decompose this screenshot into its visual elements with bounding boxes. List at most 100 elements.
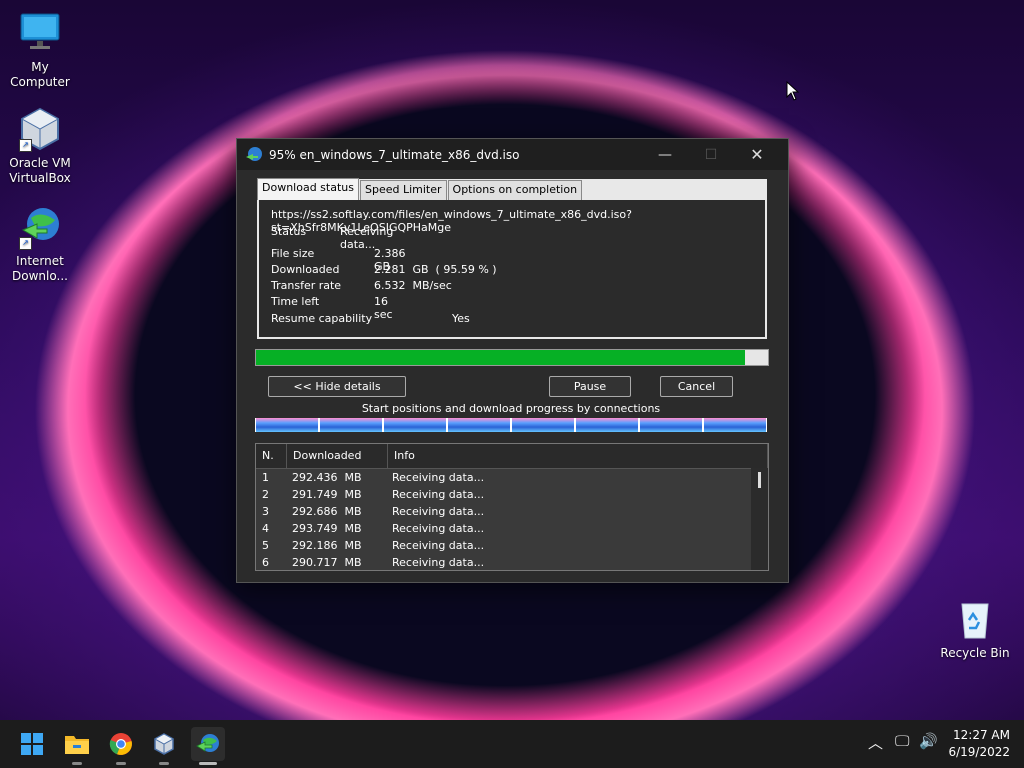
taskbar-virtualbox[interactable] <box>147 727 181 765</box>
connections-label: Start positions and download progress by… <box>361 402 661 415</box>
downloaded-value: 2.281 GB ( 95.59 % ) <box>374 263 497 276</box>
cancel-button[interactable]: Cancel <box>660 376 733 397</box>
shortcut-arrow-icon: ↗ <box>19 237 32 250</box>
taskbar-file-explorer[interactable] <box>60 727 94 765</box>
window-title: 95% en_windows_7_ultimate_x86_dvd.iso <box>269 147 520 162</box>
maximize-button[interactable]: ☐ <box>688 139 734 170</box>
desktop-icon-label: My Computer <box>10 60 70 89</box>
shortcut-arrow-icon: ↗ <box>19 139 32 152</box>
network-icon[interactable]: 🖵 <box>895 732 909 750</box>
file-size-row: File size 2.386 GB <box>271 247 406 273</box>
downloaded-row: Downloaded 2.281 GB ( 95.59 % ) <box>271 263 497 276</box>
idm-app-icon <box>246 146 262 161</box>
transfer-rate-label: Transfer rate <box>271 279 342 292</box>
taskbar: ︿ 🖵 🔊 12:27 AM 6/19/2022 <box>0 720 1024 768</box>
connection-segment <box>704 418 766 432</box>
table-row[interactable]: 4 293.749 MB Receiving data... <box>256 520 768 537</box>
recycle-bin-icon <box>952 596 998 642</box>
tab-speed-limiter[interactable]: Speed Limiter <box>359 180 447 200</box>
cell-info: Receiving data... <box>392 471 485 484</box>
volume-icon[interactable]: 🔊 <box>919 732 938 750</box>
connection-segment <box>448 418 510 432</box>
cell-n: 5 <box>262 539 269 552</box>
time-left-row: Time left 16 sec <box>271 295 393 321</box>
cell-downloaded: 292.186 MB <box>292 539 362 552</box>
running-indicator <box>199 762 217 765</box>
cell-n: 1 <box>262 471 269 484</box>
cell-info: Receiving data... <box>392 505 485 518</box>
column-header-downloaded[interactable]: Downloaded <box>287 444 388 468</box>
system-clock[interactable]: 12:27 AM 6/19/2022 <box>948 727 1010 761</box>
tab-strip: Download status Speed Limiter Options on… <box>257 178 767 200</box>
cell-n: 6 <box>262 556 269 569</box>
virtualbox-icon <box>153 733 175 755</box>
table-scrollbar[interactable] <box>751 468 768 570</box>
table-row[interactable]: 3 292.686 MB Receiving data... <box>256 503 768 520</box>
download-progress-window: 95% en_windows_7_ultimate_x86_dvd.iso — … <box>236 138 789 583</box>
desktop-icon-label: Internet Downlo... <box>12 254 68 283</box>
taskbar-internet-download-manager[interactable] <box>191 727 225 765</box>
close-button[interactable]: ✕ <box>734 139 780 170</box>
mouse-cursor-icon <box>786 81 800 101</box>
chrome-icon <box>109 733 132 755</box>
resume-label: Resume capability <box>271 312 373 325</box>
status-label: Status <box>271 225 307 238</box>
table-row[interactable]: 5 292.186 MB Receiving data... <box>256 537 768 554</box>
start-icon <box>21 733 43 755</box>
connection-segment <box>576 418 638 432</box>
cell-downloaded: 292.436 MB <box>292 471 362 484</box>
connection-segment <box>256 418 318 432</box>
running-indicator <box>72 762 82 765</box>
cell-n: 2 <box>262 488 269 501</box>
desktop-icon-label: Recycle Bin <box>940 646 1010 660</box>
file-explorer-icon <box>65 736 89 754</box>
connections-table: N. Downloaded Info 1 292.436 MB Receiving … <box>255 443 769 571</box>
progress-fill <box>256 350 746 365</box>
taskbar-chrome[interactable] <box>104 727 138 765</box>
cell-n: 3 <box>262 505 269 518</box>
tab-options-on-completion[interactable]: Options on completion <box>447 180 583 200</box>
time-left-value: 16 sec <box>374 295 393 321</box>
show-hidden-icons-button[interactable]: ︿ <box>868 732 883 753</box>
column-header-n[interactable]: N. <box>256 444 287 468</box>
pause-button[interactable]: Pause <box>549 376 631 397</box>
connection-segment <box>384 418 446 432</box>
cell-n: 4 <box>262 522 269 535</box>
clock-date: 6/19/2022 <box>948 745 1010 759</box>
tab-download-status[interactable]: Download status <box>257 178 359 200</box>
table-row[interactable]: 2 291.749 MB Receiving data... <box>256 486 768 503</box>
time-left-label: Time left <box>271 295 320 308</box>
title-bar[interactable]: 95% en_windows_7_ultimate_x86_dvd.iso — … <box>237 139 788 170</box>
resume-value: Yes <box>452 312 470 325</box>
cell-downloaded: 293.749 MB <box>292 522 362 535</box>
desktop-icon-internet-download-manager[interactable]: ↗ Internet Downlo... <box>0 204 80 284</box>
cell-downloaded: 292.686 MB <box>292 505 362 518</box>
column-header-info[interactable]: Info <box>388 444 768 468</box>
status-row: Status Receiving data... <box>271 225 393 251</box>
resume-row: Resume capability Yes <box>271 312 470 325</box>
desktop-icon-virtualbox[interactable]: ↗ Oracle VM VirtualBox <box>0 106 80 186</box>
start-button[interactable] <box>15 727 49 761</box>
download-progress-bar <box>255 349 769 366</box>
hide-details-button[interactable]: << Hide details <box>268 376 406 397</box>
connection-segment <box>512 418 574 432</box>
downloaded-label: Downloaded <box>271 263 340 276</box>
virtualbox-icon: ↗ <box>17 106 63 152</box>
running-indicator <box>116 762 126 765</box>
desktop-icon-recycle-bin[interactable]: Recycle Bin <box>935 596 1015 661</box>
monitor-icon <box>17 10 63 56</box>
connections-progress-bar <box>255 418 767 432</box>
table-row[interactable]: 1 292.436 MB Receiving data... <box>256 469 768 486</box>
transfer-rate-row: Transfer rate 6.532 MB/sec <box>271 279 452 292</box>
cell-info: Receiving data... <box>392 522 485 535</box>
desktop-icon-my-computer[interactable]: My Computer <box>0 10 80 90</box>
minimize-button[interactable]: — <box>642 139 688 170</box>
clock-time: 12:27 AM <box>953 728 1010 742</box>
table-row[interactable]: 6 290.717 MB Receiving data... <box>256 554 768 570</box>
connection-segment <box>320 418 382 432</box>
scrollbar-thumb[interactable] <box>758 472 761 488</box>
internet-download-manager-icon <box>196 734 219 752</box>
table-header: N. Downloaded Info <box>256 444 768 469</box>
cell-downloaded: 290.717 MB <box>292 556 362 569</box>
cell-downloaded: 291.749 MB <box>292 488 362 501</box>
